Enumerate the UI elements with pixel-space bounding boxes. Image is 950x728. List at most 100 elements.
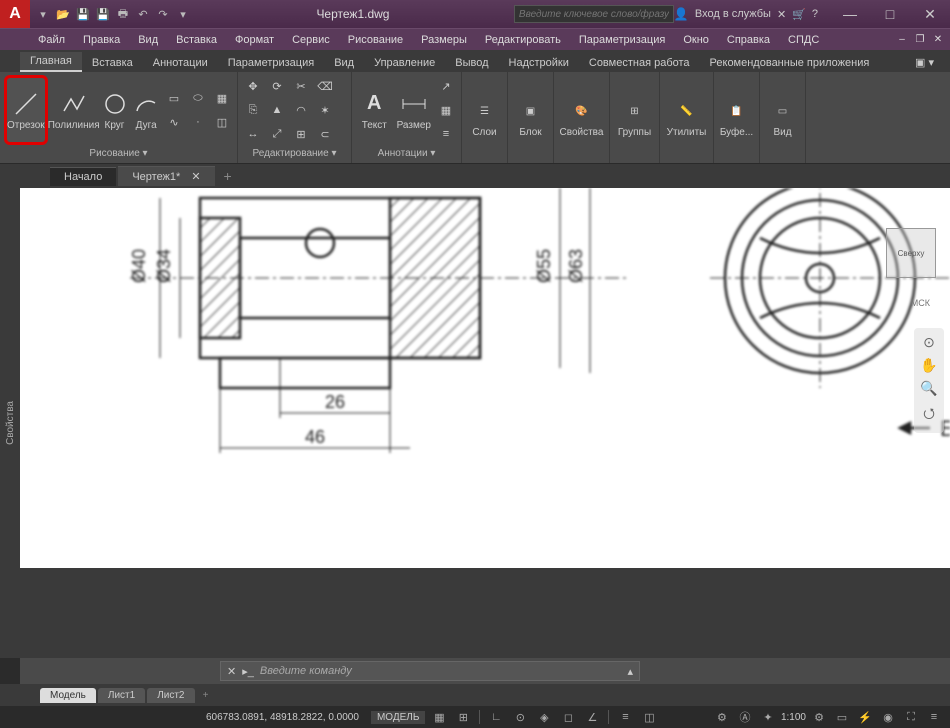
- table-icon[interactable]: ▦: [435, 99, 457, 121]
- leader-icon[interactable]: ↗: [435, 75, 457, 97]
- minimize-button[interactable]: —: [830, 0, 870, 28]
- isolate-icon[interactable]: ◉: [878, 708, 898, 726]
- menu-format[interactable]: Формат: [227, 32, 282, 48]
- menu-draw[interactable]: Рисование: [340, 32, 411, 48]
- region-icon[interactable]: ◫: [211, 111, 233, 133]
- annovisible-icon[interactable]: Ⓐ: [735, 708, 755, 726]
- rotate-icon[interactable]: ⟳: [266, 75, 288, 97]
- menu-file[interactable]: Файл: [30, 32, 73, 48]
- model-tab[interactable]: Модель: [40, 688, 96, 703]
- spline-icon[interactable]: ∿: [163, 111, 185, 133]
- isodraft-icon[interactable]: ◈: [534, 708, 554, 726]
- move-icon[interactable]: ✥: [242, 75, 264, 97]
- dimension-button[interactable]: Размер: [395, 75, 433, 145]
- file-tab-start[interactable]: Начало: [50, 167, 116, 186]
- layout-add-button[interactable]: +: [197, 690, 215, 701]
- file-tab-add[interactable]: +: [217, 168, 239, 184]
- menu-modify[interactable]: Редактировать: [477, 32, 569, 48]
- qat-plot-icon[interactable]: 🖶: [114, 5, 132, 23]
- menu-dimension[interactable]: Размеры: [413, 32, 475, 48]
- stretch-icon[interactable]: ↔: [242, 123, 264, 145]
- steering-wheel-icon[interactable]: ⊙: [923, 334, 935, 351]
- zoom-icon[interactable]: 🔍: [920, 380, 937, 397]
- polyline-button[interactable]: Полилиния: [50, 75, 98, 145]
- mirror-icon[interactable]: ▲: [266, 99, 288, 121]
- monitor-icon[interactable]: ▭: [832, 708, 852, 726]
- panel-modify-title[interactable]: Редактирование ▾: [242, 146, 347, 161]
- qat-save-icon[interactable]: 💾: [74, 5, 92, 23]
- ortho-icon[interactable]: ∟: [486, 708, 506, 726]
- cmd-recent-icon[interactable]: ▴: [627, 665, 633, 678]
- orbit-icon[interactable]: ⭯: [923, 403, 935, 427]
- qat-more-icon[interactable]: ▾: [174, 5, 192, 23]
- properties-button[interactable]: 🎨Свойства: [558, 83, 605, 153]
- mtext-icon[interactable]: ≡: [435, 123, 457, 145]
- maximize-button[interactable]: □: [870, 0, 910, 28]
- ribbon-tab-view[interactable]: Вид: [324, 54, 364, 72]
- search-input[interactable]: [514, 5, 674, 23]
- doc-minimize-icon[interactable]: ‒: [894, 34, 910, 45]
- qat-redo-icon[interactable]: ↷: [154, 5, 172, 23]
- erase-icon[interactable]: ⌫: [314, 75, 336, 97]
- menu-insert[interactable]: Вставка: [168, 32, 225, 48]
- ribbon-tab-output[interactable]: Вывод: [445, 54, 498, 72]
- cmd-close-icon[interactable]: ✕: [227, 665, 236, 678]
- osnap-icon[interactable]: ◻: [558, 708, 578, 726]
- hwaccel-icon[interactable]: ⚡: [855, 708, 875, 726]
- menu-tools[interactable]: Сервис: [284, 32, 338, 48]
- snap-icon[interactable]: ⊞: [453, 708, 473, 726]
- signin-icon[interactable]: 👤: [674, 7, 689, 21]
- utilities-button[interactable]: 📏Утилиты: [664, 83, 709, 153]
- qat-saveas-icon[interactable]: 💾: [94, 5, 112, 23]
- drawing-canvas[interactable]: Ø40 Ø34 Ø55 Ø63 26 46 Б Сверху МСК ⊙ ✋ 🔍…: [20, 188, 950, 658]
- polar-icon[interactable]: ⊙: [510, 708, 530, 726]
- properties-palette-tab[interactable]: Свойства: [0, 188, 20, 658]
- signin-label[interactable]: Вход в службы: [695, 8, 771, 20]
- workspace-icon[interactable]: ⚙: [809, 708, 829, 726]
- layers-button[interactable]: ☰Слои: [466, 83, 503, 153]
- close-button[interactable]: ✕: [910, 0, 950, 28]
- menu-edit[interactable]: Правка: [75, 32, 128, 48]
- annoscale-icon[interactable]: ⚙: [712, 708, 732, 726]
- app-logo[interactable]: A: [0, 0, 30, 28]
- exchange-icon[interactable]: ✕: [777, 8, 786, 21]
- menu-spds[interactable]: СПДС: [780, 32, 827, 48]
- navigation-bar[interactable]: ⊙ ✋ 🔍 ⭯: [914, 328, 944, 433]
- help-icon[interactable]: ?: [812, 8, 818, 20]
- menu-help[interactable]: Справка: [719, 32, 778, 48]
- space-indicator[interactable]: МОДЕЛЬ: [371, 711, 425, 724]
- menu-window[interactable]: Окно: [675, 32, 717, 48]
- cleanscreen-icon[interactable]: ⛶: [901, 708, 921, 726]
- scale-readout[interactable]: 1:100: [781, 712, 806, 723]
- ribbon-tab-featured[interactable]: Рекомендованные приложения: [700, 54, 880, 72]
- circle-button[interactable]: Круг: [100, 75, 130, 145]
- lineweight-icon[interactable]: ≡: [615, 708, 635, 726]
- doc-restore-icon[interactable]: ❐: [912, 34, 928, 45]
- groups-button[interactable]: ⊞Группы: [614, 83, 655, 153]
- explode-icon[interactable]: ✶: [314, 99, 336, 121]
- ribbon-tab-annotate[interactable]: Аннотации: [143, 54, 218, 72]
- panel-annot-title[interactable]: Аннотации ▾: [356, 146, 457, 161]
- copy-icon[interactable]: ⎘: [242, 99, 264, 121]
- pan-icon[interactable]: ✋: [920, 357, 937, 374]
- clipboard-button[interactable]: 📋Буфе...: [718, 83, 755, 153]
- trim-icon[interactable]: ✂: [290, 75, 312, 97]
- rect-icon[interactable]: ▭: [163, 87, 185, 109]
- array-icon[interactable]: ⊞: [290, 123, 312, 145]
- ribbon-tab-addins[interactable]: Надстройки: [499, 54, 579, 72]
- block-button[interactable]: ▣Блок: [512, 83, 549, 153]
- qat-undo-icon[interactable]: ↶: [134, 5, 152, 23]
- ellipse-icon[interactable]: ⬭: [187, 87, 209, 109]
- fillet-icon[interactable]: ◠: [290, 99, 312, 121]
- layout2-tab[interactable]: Лист2: [147, 688, 194, 703]
- grid-icon[interactable]: ▦: [429, 708, 449, 726]
- qat-open-icon[interactable]: 📂: [54, 5, 72, 23]
- ribbon-tab-collaborate[interactable]: Совместная работа: [579, 54, 700, 72]
- ribbon-collapse-icon[interactable]: ▣ ▾: [905, 53, 944, 72]
- viewcube[interactable]: Сверху: [886, 228, 936, 278]
- file-tab-active[interactable]: Чертеж1* ✕: [118, 166, 214, 186]
- menu-parametric[interactable]: Параметризация: [571, 32, 673, 48]
- transparency-icon[interactable]: ◫: [639, 708, 659, 726]
- ribbon-tab-parametric[interactable]: Параметризация: [218, 54, 324, 72]
- tab-close-icon[interactable]: ✕: [191, 171, 200, 183]
